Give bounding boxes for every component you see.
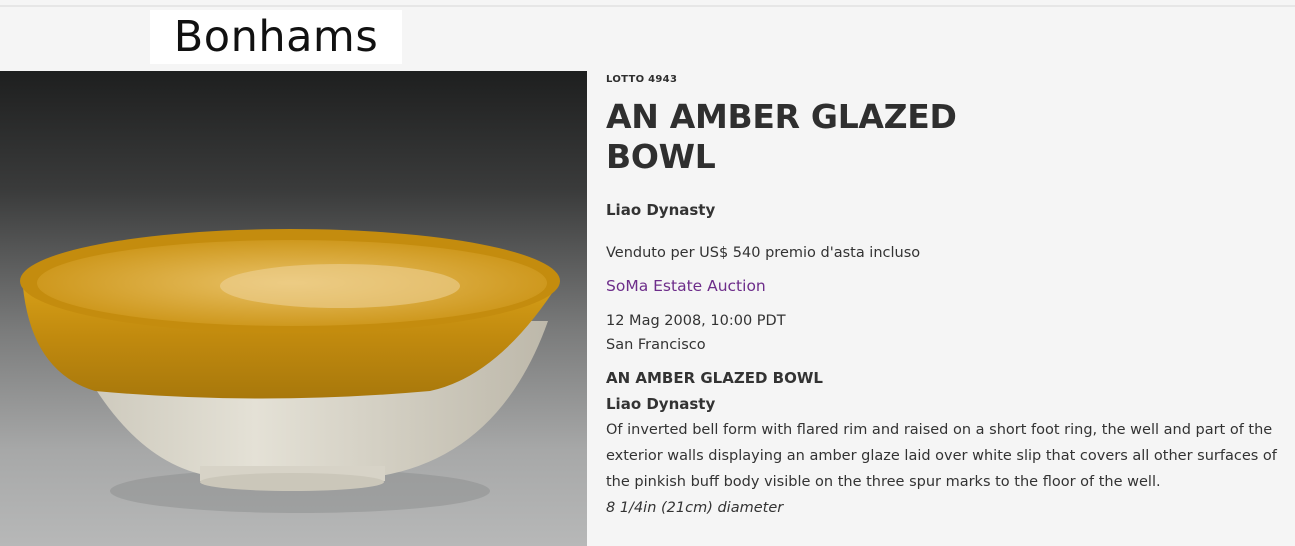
lot-title-line-2: BOWL: [606, 137, 716, 176]
bowl-photo: [20, 229, 560, 513]
sale-location: San Francisco: [606, 337, 706, 353]
lot-subtitle: Liao Dynasty: [606, 201, 716, 219]
logo-text: Bonhams: [173, 11, 379, 62]
description-body: Of inverted bell form with flared rim an…: [606, 422, 1277, 490]
sold-price: Venduto per US$ 540 premio d'asta inclus…: [606, 245, 921, 261]
bonhams-logo[interactable]: Bonhams: [150, 10, 402, 64]
sale-date: 12 Mag 2008, 10:00 PDT: [606, 313, 786, 329]
sale-link[interactable]: SoMa Estate Auction: [606, 277, 766, 295]
description-title: AN AMBER GLAZED BOWL: [606, 369, 823, 387]
lot-title-line-1: AN AMBER GLAZED: [606, 97, 957, 136]
description-dimensions: 8 1/4in (21cm) diameter: [606, 500, 784, 516]
lot-image[interactable]: [0, 71, 587, 546]
lot-number: LOTTO 4943: [606, 74, 678, 85]
header-divider: [0, 5, 1295, 7]
lot-title: AN AMBER GLAZED BOWL: [606, 97, 1286, 177]
description-dynasty: Liao Dynasty: [606, 395, 716, 413]
lot-details: LOTTO 4943 AN AMBER GLAZED BOWL Liao Dyn…: [606, 74, 1286, 521]
